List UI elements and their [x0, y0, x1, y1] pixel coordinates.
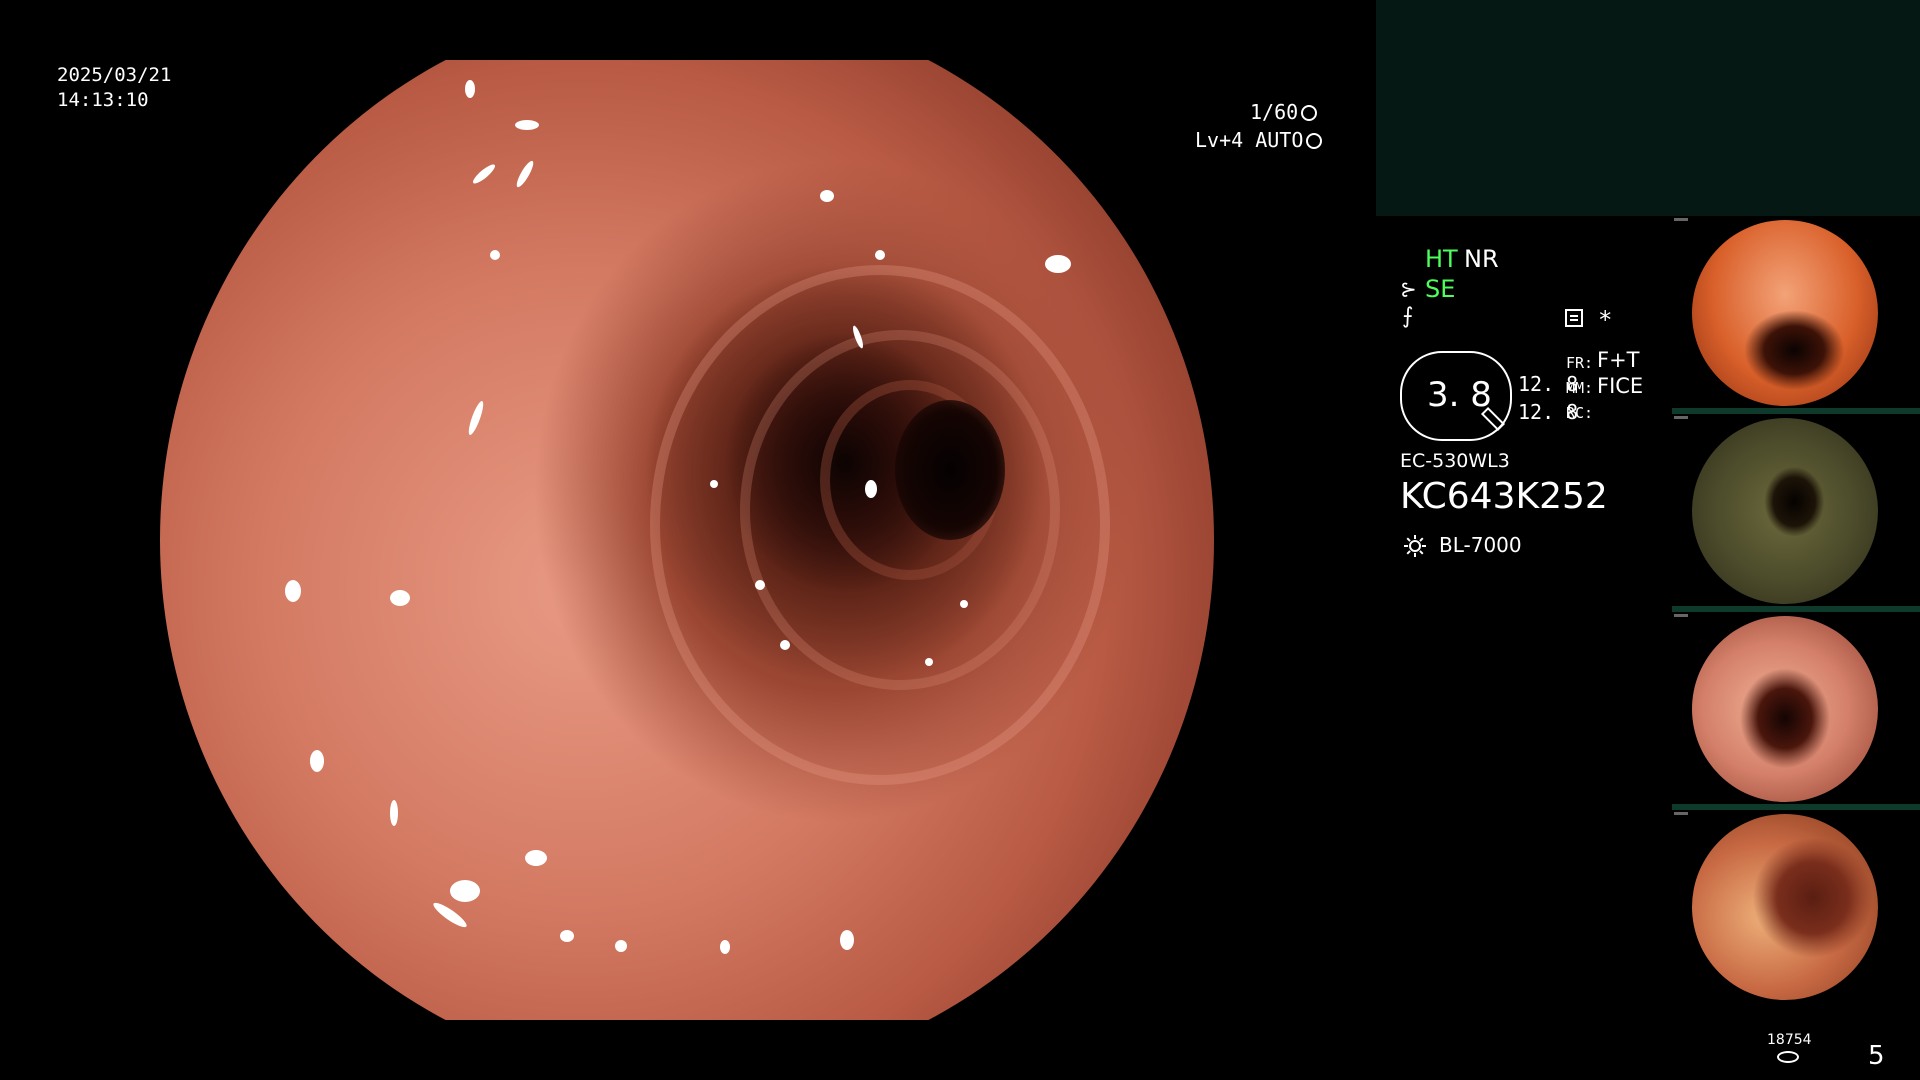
shutter-value: 1/60 [1250, 100, 1299, 124]
ht-indicator: HT [1425, 245, 1458, 273]
endoscope-live-view [160, 60, 1214, 1020]
specular-highlight [840, 930, 854, 950]
specular-highlight [525, 850, 547, 866]
nr-indicator: NR [1464, 245, 1499, 273]
thumbnail-image [1692, 616, 1878, 802]
specular-highlight [960, 600, 968, 608]
lumen [895, 400, 1005, 540]
captured-thumbnail-4[interactable] [1672, 810, 1920, 1008]
thumbnail-image [1692, 814, 1878, 1000]
specular-highlight [720, 940, 730, 954]
page-number: 5 [1868, 1041, 1885, 1071]
shutter-speed: 1/60 [1250, 100, 1318, 124]
specular-highlight [875, 250, 885, 260]
capture-time: 14:13:10 [57, 89, 149, 111]
light-source-icon [1404, 535, 1426, 557]
se-indicator: SE [1425, 275, 1456, 303]
endoscopy-monitor: 2025/03/21 14:13:10 1/60 Lv+4 AUTO HT NR… [0, 0, 1920, 1080]
mucosal-fold [650, 265, 1110, 785]
mm-value: FICE [1597, 374, 1644, 398]
specular-highlight [450, 880, 480, 902]
specular-highlight [820, 190, 834, 202]
scope-model: EC-530WL3 [1400, 450, 1510, 472]
specular-highlight [1045, 255, 1071, 273]
captured-thumbnail-1[interactable] [1672, 216, 1920, 414]
specular-highlight [780, 640, 790, 650]
specular-highlight [925, 658, 933, 666]
rc-label: RC: [1566, 404, 1594, 422]
captured-thumbnail-3[interactable] [1672, 612, 1920, 810]
record-mode-icon [1565, 309, 1583, 327]
specular-highlight [390, 800, 398, 826]
asterisk-indicator: * [1598, 306, 1613, 334]
specular-highlight [865, 480, 877, 498]
specular-highlight [490, 250, 500, 260]
light-source-model: BL-7000 [1439, 533, 1522, 557]
thumbnail-image [1692, 418, 1878, 604]
specular-highlight [514, 159, 536, 189]
fr-label: FR: [1566, 354, 1594, 372]
level-value: Lv+4 AUTO [1195, 128, 1304, 152]
specular-highlight [465, 80, 475, 98]
auto-exposure-icon [1306, 133, 1323, 149]
sub-monitor-panel [1376, 0, 1920, 216]
specular-highlight [285, 580, 301, 602]
specular-highlight [470, 161, 498, 187]
thumbnail-image [1692, 220, 1878, 406]
brightness-level: Lv+4 AUTO [1195, 128, 1323, 152]
freeze-icon: ⨍ [1402, 304, 1414, 329]
specular-highlight [755, 580, 765, 590]
captured-thumbnail-2[interactable] [1672, 414, 1920, 612]
fr-value: F+T [1597, 348, 1640, 372]
mm-label: MM: [1566, 379, 1594, 397]
capture-date: 2025/03/21 [57, 64, 172, 86]
scope-serial: KC643K252 [1400, 476, 1608, 517]
image-count: 18754 [1767, 1032, 1812, 1048]
specular-highlight [851, 324, 865, 350]
specular-highlight [310, 750, 324, 772]
scope-tip-icon: ⊱ [1400, 277, 1417, 301]
specular-highlight [615, 940, 627, 952]
specular-highlight [710, 480, 718, 488]
specular-highlight [390, 590, 410, 606]
mucosal-fold [740, 330, 1060, 690]
specular-highlight [466, 399, 486, 437]
shutter-icon [1301, 105, 1318, 121]
specular-highlight [515, 120, 539, 130]
storage-icon [1777, 1051, 1799, 1063]
zoom-value: 3. 8 [1427, 375, 1492, 415]
specular-highlight [560, 930, 574, 942]
specular-highlight [430, 899, 470, 931]
